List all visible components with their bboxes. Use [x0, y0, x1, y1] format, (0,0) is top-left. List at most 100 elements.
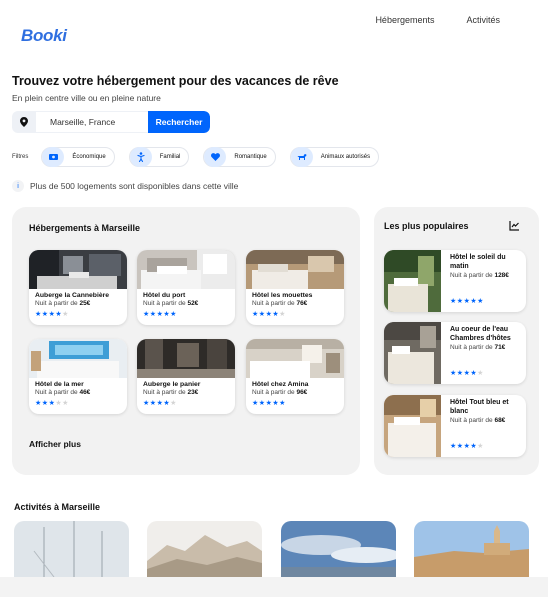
popular-card[interactable]: Hôtel le soleil du matin Nuit à partir d… — [384, 250, 526, 312]
filters-label: Filtres — [12, 154, 29, 160]
show-more-link[interactable]: Afficher plus — [29, 439, 81, 449]
rating-stars: ★★★★★ — [35, 399, 127, 407]
star-icon: ★ — [252, 400, 259, 407]
hero-subtitle: En plein centre ville ou en pleine natur… — [12, 93, 161, 103]
filter-familial[interactable]: Familial — [128, 147, 190, 167]
star-icon: ★ — [456, 298, 464, 305]
star-icon: ★ — [456, 443, 464, 450]
lodging-name: Hôtel chez Amina — [252, 381, 309, 388]
hotel-room-photo — [137, 250, 235, 289]
filter-economique[interactable]: Économique — [41, 147, 115, 167]
hotel-room-photo — [29, 250, 127, 289]
nav-link-activites[interactable]: Activités — [466, 15, 500, 25]
dog-icon — [290, 147, 313, 167]
lodging-price: Nuit à partir de 23€ — [143, 389, 199, 396]
star-icon: ★ — [62, 400, 69, 407]
star-icon: ★ — [450, 443, 457, 450]
lodging-card[interactable]: Hôtel de la mer Nuit à partir de 46€ ★★★… — [29, 339, 127, 414]
search-bar: Rechercher — [12, 111, 210, 133]
rating-stars: ★★★★★ — [252, 310, 344, 318]
activity-card[interactable] — [147, 521, 262, 577]
rating-stars: ★★★★★ — [252, 399, 344, 407]
lodging-price: Nuit à partir de 46€ — [35, 389, 91, 396]
lodging-name: Hôtel les mouettes — [252, 292, 313, 299]
lodging-price: Nuit à partir de 96€ — [252, 389, 308, 396]
star-icon: ★ — [477, 443, 484, 450]
hotel-room-photo — [29, 339, 127, 378]
lodging-name: Auberge le panier — [143, 381, 201, 388]
main-nav: Hébergements Activités — [375, 15, 500, 25]
filter-animaux[interactable]: Animaux autorisés — [289, 147, 380, 167]
lodging-price: Nuit à partir de 25€ — [35, 300, 91, 307]
star-icon: ★ — [41, 311, 49, 318]
star-icon: ★ — [41, 400, 49, 407]
filter-romantique[interactable]: Romantique — [203, 147, 276, 167]
lodgings-title: Hébergements à Marseille — [29, 223, 141, 233]
rating-stars: ★★★★★ — [450, 297, 484, 305]
availability-info: i Plus de 500 logements sont disponibles… — [12, 180, 238, 192]
lodging-card[interactable]: Hôtel chez Amina Nuit à partir de 96€ ★★… — [246, 339, 344, 414]
star-icon: ★ — [279, 400, 286, 407]
info-icon: i — [12, 180, 24, 192]
nav-link-hebergements[interactable]: Hébergements — [375, 15, 434, 25]
popular-card[interactable]: Au coeur de l'eau Chambres d'hôtes Nuit … — [384, 322, 526, 384]
search-button[interactable]: Rechercher — [148, 111, 210, 133]
activity-card[interactable] — [414, 521, 529, 577]
lodging-card[interactable]: Hôtel du port Nuit à partir de 52€ ★★★★★ — [137, 250, 235, 325]
star-icon: ★ — [258, 400, 266, 407]
calanque-photo — [147, 521, 262, 577]
filter-label: Romantique — [234, 154, 267, 160]
star-icon: ★ — [456, 370, 464, 377]
star-icon: ★ — [477, 370, 484, 377]
lodging-price: Nuit à partir de 76€ — [252, 300, 308, 307]
city-search-input[interactable] — [36, 111, 148, 133]
sky-photo — [281, 521, 396, 577]
activities-title: Activités à Marseille — [14, 502, 101, 512]
trending-chart-icon — [509, 221, 519, 231]
bottom-edge — [0, 577, 548, 597]
rating-stars: ★★★★★ — [143, 399, 235, 407]
hotel-room-photo — [384, 322, 441, 384]
star-icon: ★ — [258, 311, 266, 318]
star-icon: ★ — [149, 400, 157, 407]
star-icon: ★ — [279, 311, 286, 318]
star-icon: ★ — [143, 400, 150, 407]
heart-icon — [204, 147, 227, 167]
star-icon: ★ — [477, 298, 484, 305]
rating-stars: ★★★★★ — [450, 442, 484, 450]
star-icon: ★ — [62, 311, 69, 318]
lodging-name: Auberge la Cannebière — [35, 292, 110, 299]
activity-card[interactable] — [14, 521, 129, 577]
popular-card[interactable]: Hôtel Tout bleu et blanc Nuit à partir d… — [384, 395, 526, 457]
filter-label: Économique — [72, 154, 106, 160]
rating-stars: ★★★★★ — [35, 310, 127, 318]
hotel-room-photo — [246, 339, 344, 378]
popular-price: Nuit à partir de 71€ — [450, 344, 506, 351]
lodging-name: Hôtel de la mer — [35, 381, 84, 388]
filters-bar: Filtres Économique Familial Romantique A… — [12, 147, 393, 167]
hotel-room-photo — [137, 339, 235, 378]
lodging-card[interactable]: Auberge la Cannebière Nuit à partir de 2… — [29, 250, 127, 325]
star-icon: ★ — [170, 311, 177, 318]
notre-dame-photo — [414, 521, 529, 577]
star-icon: ★ — [252, 311, 259, 318]
money-icon — [42, 147, 65, 167]
star-icon: ★ — [35, 311, 42, 318]
popular-name: Hôtel Tout bleu et blanc — [450, 399, 509, 415]
lodging-card[interactable]: Hôtel les mouettes Nuit à partir de 76€ … — [246, 250, 344, 325]
availability-text: Plus de 500 logements sont disponibles d… — [30, 181, 239, 191]
booki-logo[interactable]: Booki — [21, 26, 67, 46]
location-pin-icon — [12, 111, 36, 133]
star-icon: ★ — [450, 298, 457, 305]
star-icon: ★ — [143, 311, 150, 318]
lodging-price: Nuit à partir de 52€ — [143, 300, 199, 307]
popular-price: Nuit à partir de 128€ — [450, 272, 509, 279]
star-icon: ★ — [170, 400, 177, 407]
filter-label: Familial — [159, 154, 181, 160]
lodging-card[interactable]: Auberge le panier Nuit à partir de 23€ ★… — [137, 339, 235, 414]
star-icon: ★ — [35, 400, 42, 407]
popular-name: Hôtel le soleil du matin — [450, 254, 506, 270]
child-icon — [129, 147, 152, 167]
hotel-room-photo — [384, 395, 441, 457]
activity-card[interactable] — [281, 521, 396, 577]
